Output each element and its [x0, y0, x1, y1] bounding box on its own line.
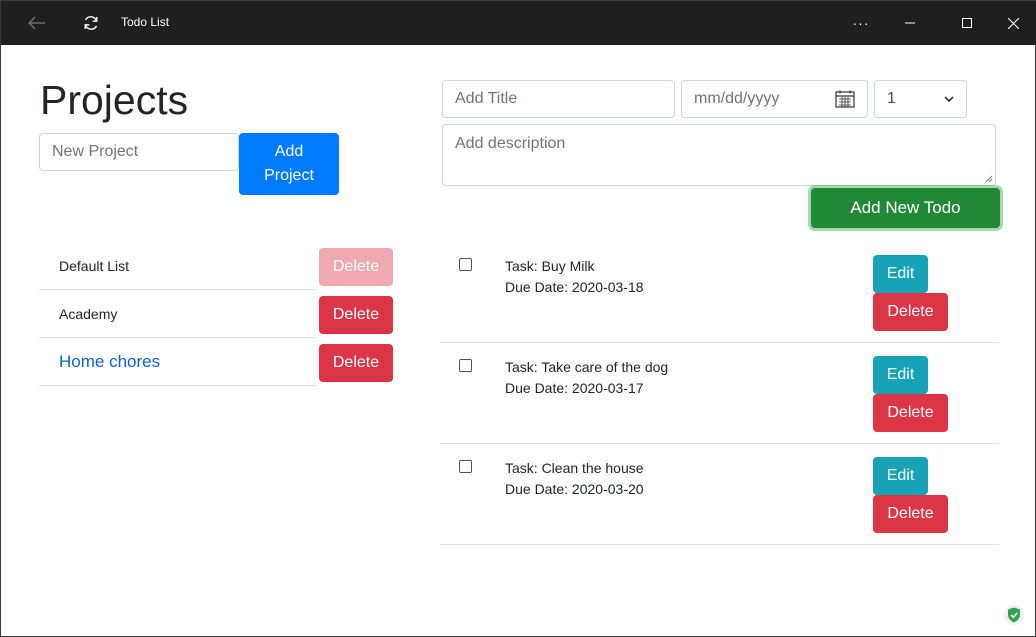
project-name: Academy: [59, 305, 118, 322]
priority-value: 1: [887, 90, 896, 107]
project-item-default-list[interactable]: Default List: [39, 242, 317, 290]
add-project-button[interactable]: Add Project: [239, 133, 339, 195]
todo-title-input[interactable]: Add Title: [442, 80, 675, 118]
edit-todo-button[interactable]: Edit: [873, 255, 928, 293]
todo-task: Task: Take care of the dog: [505, 359, 669, 375]
security-shield-icon[interactable]: [1004, 605, 1024, 625]
todo-item: Task: Buy Milk Due Date: 2020-03-18 Edit…: [440, 242, 999, 343]
project-item-academy[interactable]: Academy: [39, 290, 317, 338]
arrow-left-icon: [28, 16, 45, 30]
title-bar: Todo List ···: [1, 1, 1036, 45]
description-placeholder: Add description: [455, 135, 566, 152]
todo-due-date: Due Date: 2020-03-18: [505, 279, 644, 295]
edit-todo-button[interactable]: Edit: [873, 356, 928, 394]
priority-select[interactable]: 1: [874, 80, 967, 118]
resize-handle-icon[interactable]: [985, 175, 993, 183]
delete-project-button[interactable]: Delete: [319, 248, 393, 286]
maximize-button[interactable]: [944, 1, 990, 45]
description-textarea[interactable]: Add description: [442, 124, 996, 186]
more-icon: ···: [852, 15, 870, 31]
close-icon: [1007, 17, 1019, 29]
todo-due-date: Due Date: 2020-03-17: [505, 380, 644, 396]
project-name: Home chores: [59, 351, 161, 371]
todo-checkbox[interactable]: [459, 258, 472, 271]
app-window: Todo List ··· Projects New Project Add P…: [0, 0, 1036, 637]
todo-list: Task: Buy Milk Due Date: 2020-03-18 Edit…: [440, 242, 999, 545]
refresh-icon: [84, 16, 98, 30]
delete-todo-button[interactable]: Delete: [873, 394, 948, 432]
delete-todo-button[interactable]: Delete: [873, 293, 948, 331]
new-project-input[interactable]: New Project: [39, 133, 239, 171]
project-item-home-chores[interactable]: Home chores: [39, 338, 317, 386]
todo-checkbox[interactable]: [459, 460, 472, 473]
projects-heading: Projects: [40, 77, 189, 123]
new-project-placeholder: New Project: [52, 143, 139, 160]
todo-checkbox[interactable]: [459, 359, 472, 372]
todo-item: Task: Take care of the dog Due Date: 202…: [440, 343, 999, 444]
back-button[interactable]: [17, 1, 57, 45]
delete-todo-button[interactable]: Delete: [873, 495, 948, 533]
delete-project-button[interactable]: Delete: [319, 344, 393, 382]
delete-project-button[interactable]: Delete: [319, 296, 393, 334]
due-date-placeholder: mm/dd/yyyy: [694, 90, 780, 107]
todo-due-date: Due Date: 2020-03-20: [505, 481, 644, 497]
project-name: Default List: [59, 257, 130, 274]
maximize-icon: [962, 18, 972, 28]
more-button[interactable]: ···: [841, 1, 881, 45]
todo-title-placeholder: Add Title: [455, 90, 518, 107]
shield-check-icon: [1008, 607, 1020, 623]
window-title: Todo List: [121, 15, 170, 29]
todo-task: Task: Buy Milk: [505, 258, 595, 274]
chevron-down-icon: [944, 95, 954, 102]
close-button[interactable]: [990, 1, 1036, 45]
todo-item: Task: Clean the house Due Date: 2020-03-…: [440, 444, 999, 545]
minimize-button[interactable]: [887, 1, 933, 45]
refresh-button[interactable]: [71, 1, 111, 45]
minimize-icon: [905, 22, 915, 24]
todo-task: Task: Clean the house: [505, 460, 644, 476]
calendar-icon[interactable]: [835, 90, 855, 108]
add-new-todo-button[interactable]: Add New Todo: [811, 188, 1000, 228]
project-list: Default List Academy Home chores: [39, 242, 317, 386]
due-date-input[interactable]: mm/dd/yyyy: [681, 80, 868, 118]
edit-todo-button[interactable]: Edit: [873, 457, 928, 495]
